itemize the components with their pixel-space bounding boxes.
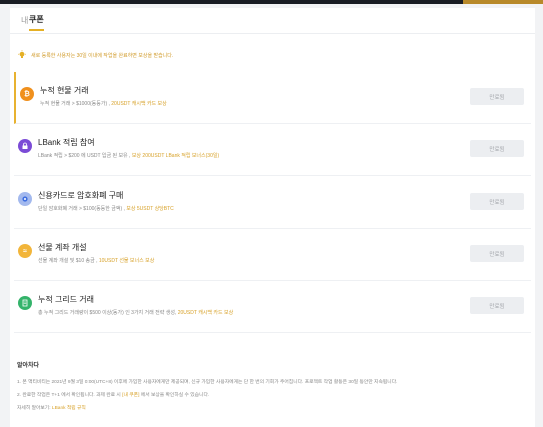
notice-text: 새로 등록한 사용자는 30일 이내에 작업을 완료하면 보상을 받습니다. xyxy=(31,52,174,59)
tab-prefix-label: 내 xyxy=(21,16,29,25)
tab-coupons[interactable]: 쿠폰 xyxy=(29,14,44,31)
task-description: 총 누적 그리드 거래량이 $500 이상(동가) 인 3가지 거래 전략 생성… xyxy=(38,310,234,316)
credit-card-icon xyxy=(18,192,32,206)
task-futures-account: ≈ 선물 계좌 개설 선물 계좌 개설 및 $10 송금 , 10USDT 선물… xyxy=(14,229,531,281)
task-description: 단일 암호화폐 거래 > $100(동등한 금액) , 보상 5USDT 상당B… xyxy=(38,206,174,212)
lightbulb-icon xyxy=(18,50,26,58)
top-navigation-bar xyxy=(0,0,543,4)
task-title: 누적 그리드 거래 xyxy=(38,295,94,304)
notes-section: 알아차다 1. 본 액티비티는 2021년 9월 3일 0:00(UTC+8) … xyxy=(17,360,527,417)
top-bar-accent xyxy=(463,0,543,4)
bitcoin-icon: ₿ xyxy=(20,87,34,101)
task-description: LBank 적립 > $200 에 USDT 입금 된 보유 , 보상 200U… xyxy=(38,153,220,159)
futures-icon: ≈ xyxy=(18,244,32,258)
notes-heading: 알아차다 xyxy=(17,363,40,369)
task-description: 선물 계좌 개설 및 $10 송금 , 10USDT 선물 보너스 보상 xyxy=(38,258,155,264)
notes-line-2: 2. 완료한 작업은 T+1 에서 확인됩니다. 과제 완료 시 [내 쿠폰] … xyxy=(17,393,210,398)
notes-line-1: 1. 본 액티비티는 2021년 9월 3일 0:00(UTC+8) 이후에 가… xyxy=(17,380,398,385)
expired-button[interactable]: 만료됨 xyxy=(470,140,524,157)
task-title: 신용카드로 암호화폐 구매 xyxy=(38,191,124,200)
task-title: 누적 현물 거래 xyxy=(40,86,89,95)
notes-line-3: 자세히 알아보기: LBank 적립 규칙 xyxy=(17,406,86,411)
expired-button[interactable]: 만료됨 xyxy=(470,193,524,210)
grid-icon xyxy=(18,296,32,310)
task-grid-trading: 누적 그리드 거래 총 누적 그리드 거래량이 $500 이상(동가) 인 3가… xyxy=(14,281,531,333)
task-lbank-earn: LBank 적립 참여 LBank 적립 > $200 에 USDT 입금 된 … xyxy=(14,124,531,176)
coupon-panel: 내 쿠폰 새로 등록한 사용자는 30일 이내에 작업을 완료하면 보상을 받습… xyxy=(10,8,535,427)
task-title: LBank 적립 참여 xyxy=(38,138,95,147)
expired-button[interactable]: 만료됨 xyxy=(470,88,524,105)
tab-bar: 내 쿠폰 xyxy=(10,8,535,34)
task-title: 선물 계좌 개설 xyxy=(38,243,87,252)
task-credit-card-purchase: 신용카드로 암호화폐 구매 단일 암호화폐 거래 > $100(동등한 금액) … xyxy=(14,177,531,229)
expired-button[interactable]: 만료됨 xyxy=(470,297,524,314)
task-description: 누적 현물 거래 > $1000(동등가) , 20USDT 캐시백 카드 보상 xyxy=(40,101,167,107)
my-coupons-link[interactable]: [내 쿠폰] xyxy=(122,393,139,398)
lock-icon xyxy=(18,139,32,153)
task-spot-trading: ₿ 누적 현물 거래 누적 현물 거래 > $1000(동등가) , 20USD… xyxy=(14,72,531,124)
earn-rules-link[interactable]: LBank 적립 규칙 xyxy=(52,406,86,411)
notice-banner: 새로 등록한 사용자는 30일 이내에 작업을 완료하면 보상을 받습니다. xyxy=(17,50,173,60)
expired-button[interactable]: 만료됨 xyxy=(470,245,524,262)
